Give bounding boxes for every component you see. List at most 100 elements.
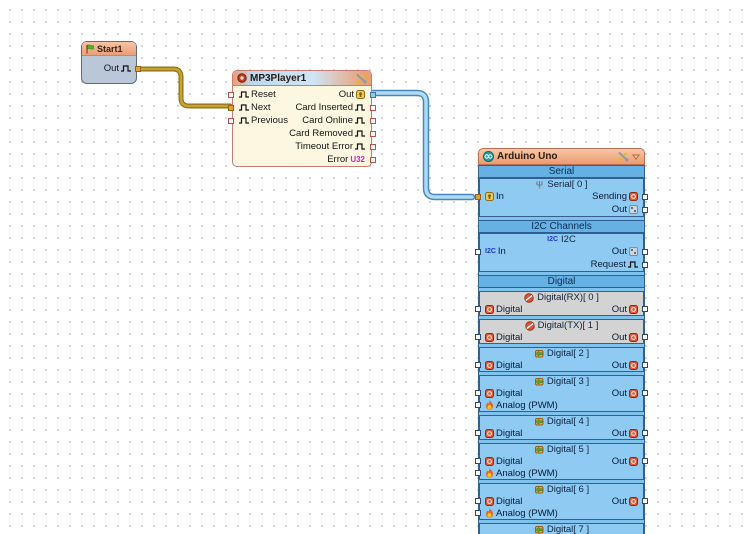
section-serial: Serial: [479, 165, 644, 178]
channel-box-icon: [534, 378, 544, 386]
channel-box-icon: [534, 446, 544, 454]
mp3-out-label: Out: [338, 89, 354, 100]
pin-mp3-previous[interactable]: [228, 117, 234, 124]
digital-value-icon: [629, 388, 638, 398]
pin-mp3-out[interactable]: [370, 91, 376, 98]
pin-digital-5[interactable]: [475, 458, 481, 464]
pin-mp3-reset[interactable]: [228, 91, 234, 98]
wire-start-out-to-mp3-next[interactable]: [134, 66, 233, 109]
channel-box-icon: [534, 350, 544, 358]
mp3-row-reset-out: Reset Out: [228, 88, 376, 101]
pulse-icon: [355, 104, 365, 111]
digital-value-icon: [485, 304, 494, 314]
digital2-row: Digital Out: [475, 359, 648, 371]
mp3-row-cardremoved: Card Removed: [233, 127, 376, 140]
arduino-uno-block[interactable]: Arduino Uno Serial Serial[ 0 ] In Sendin…: [475, 148, 648, 534]
mp3-row-error: Error U32: [233, 153, 376, 166]
digital1-left-label: Digital: [496, 331, 523, 343]
digital6-pwm-row: Analog (PWM): [475, 507, 643, 519]
pin-arduino-serial-in[interactable]: [475, 193, 481, 200]
mp3-row-next-cardinserted: Next Card Inserted: [228, 101, 376, 114]
dropdown-arrow-icon[interactable]: [632, 154, 640, 160]
pin-digital-3-out[interactable]: [642, 390, 648, 396]
digital-channel-0: Digital(RX)[ 0 ] Digital Out: [475, 291, 648, 316]
start-out-row: Out: [82, 56, 141, 81]
serial0-in-label: In: [496, 191, 504, 202]
pin-mp3-timeout-error[interactable]: [370, 143, 376, 150]
pin-digital-6-pwm[interactable]: [475, 510, 481, 516]
u32-type-badge: U32: [350, 155, 365, 164]
pin-digital-0[interactable]: [475, 306, 481, 312]
no-entry-icon: [524, 320, 535, 331]
pin-digital-0-out[interactable]: [642, 306, 648, 312]
flame-icon: [486, 400, 493, 410]
visuino-canvas[interactable]: Start1 Out MP3Player1 Reset Out Next Car…: [0, 0, 748, 534]
pulse-icon: [355, 117, 365, 124]
mp3-error-label: Error: [327, 154, 349, 165]
pin-digital-4-out[interactable]: [642, 430, 648, 436]
mp3player-header: MP3Player1: [233, 71, 371, 86]
digital4-out-label: Out: [611, 427, 627, 439]
mp3-next-label: Next: [251, 102, 271, 113]
serial-type-icon: [356, 90, 365, 99]
start-block[interactable]: Start1 Out: [81, 41, 141, 84]
pin-mp3-card-inserted[interactable]: [370, 104, 376, 111]
digital-channel-5: Digital[ 5 ] Digital Out Analog (PWM): [475, 443, 648, 480]
wrench-icon[interactable]: [617, 151, 629, 162]
wrench-icon[interactable]: [355, 73, 367, 84]
pin-arduino-serial-sending[interactable]: [642, 193, 648, 200]
pin-arduino-serial-out[interactable]: [642, 206, 648, 213]
digital5-row: Digital Out: [475, 455, 648, 467]
arduino-header: Arduino Uno: [478, 148, 645, 165]
pin-digital-2-out[interactable]: [642, 362, 648, 368]
pin-digital-1[interactable]: [475, 334, 481, 340]
pin-digital-6[interactable]: [475, 498, 481, 504]
i2c-out-label: Out: [611, 246, 627, 257]
pin-mp3-next[interactable]: [228, 104, 234, 111]
start-out-label: Out: [103, 63, 119, 74]
channel-box-icon: [534, 526, 544, 534]
pin-digital-2[interactable]: [475, 362, 481, 368]
mp3-cardonline-label: Card Online: [302, 115, 353, 126]
digital3-left-label: Digital: [496, 387, 523, 399]
pin-start-out[interactable]: [135, 65, 141, 72]
pin-digital-3-pwm[interactable]: [475, 402, 481, 408]
digital5-pwm-label: Analog (PWM): [496, 467, 558, 479]
pin-arduino-i2c-request[interactable]: [642, 261, 648, 268]
pin-digital-3[interactable]: [475, 390, 481, 396]
serial0-out-label: Out: [611, 204, 627, 215]
pulse-icon: [628, 261, 638, 268]
wire-mp3-out-to-arduino-serial-in[interactable]: [367, 89, 476, 201]
pulse-icon: [239, 117, 249, 124]
digital-channel-7: Digital[ 7 ]: [479, 523, 644, 534]
digital-value-icon: [629, 332, 638, 342]
digital-value-icon: [629, 304, 638, 314]
mp3player-block[interactable]: MP3Player1 Reset Out Next Card Inserted …: [228, 70, 376, 167]
binary-data-icon: [629, 205, 638, 214]
i2c-channel: I2C I2C I2C In Out Request: [475, 233, 648, 272]
pin-mp3-error[interactable]: [370, 156, 376, 163]
flame-icon: [486, 508, 493, 518]
pin-arduino-i2c-in[interactable]: [475, 248, 481, 255]
pin-mp3-card-removed[interactable]: [370, 130, 376, 137]
mp3-previous-label: Previous: [251, 115, 288, 126]
binary-data-icon: [629, 247, 638, 256]
section-i2c: I2C Channels: [479, 220, 644, 233]
pin-mp3-card-online[interactable]: [370, 117, 376, 124]
no-entry-icon: [524, 292, 534, 303]
digital3-out-label: Out: [611, 387, 627, 399]
digital0-row: Digital Out: [475, 303, 648, 315]
digital-channel-3: Digital[ 3 ] Digital Out Analog (PWM): [475, 375, 648, 412]
digital0-out-label: Out: [611, 303, 627, 315]
pin-digital-6-out[interactable]: [642, 498, 648, 504]
digital-value-icon: [629, 360, 638, 370]
pin-digital-1-out[interactable]: [642, 334, 648, 340]
pulse-icon: [355, 143, 365, 150]
digital-value-icon: [629, 428, 638, 438]
pin-digital-5-out[interactable]: [642, 458, 648, 464]
pin-digital-5-pwm[interactable]: [475, 470, 481, 476]
pin-digital-4[interactable]: [475, 430, 481, 436]
digital4-title: Digital[ 4 ]: [546, 416, 590, 427]
pin-arduino-i2c-out[interactable]: [642, 248, 648, 255]
i2c-request-label: Request: [590, 259, 626, 270]
